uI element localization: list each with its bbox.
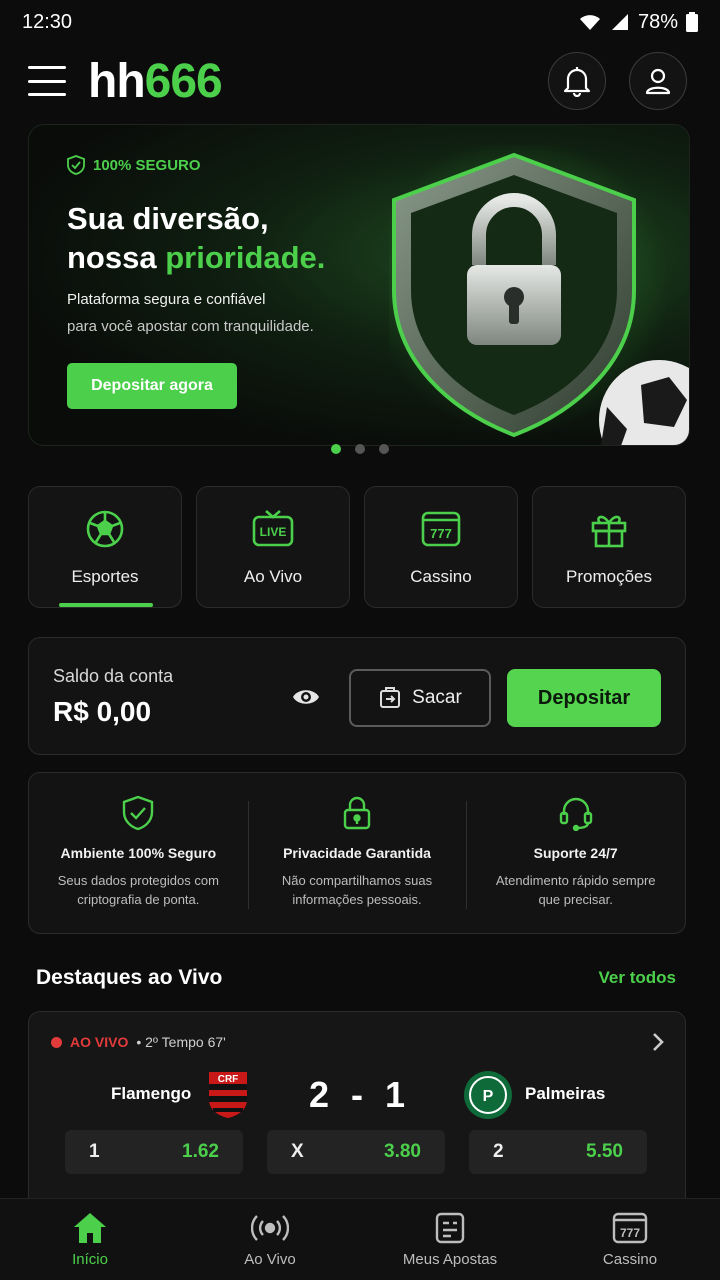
top-bar: hh666 (0, 50, 720, 114)
bell-icon (563, 67, 591, 97)
svg-text:LIVE: LIVE (260, 525, 287, 539)
match-score: 2-1 (309, 1074, 406, 1115)
svg-text:777: 777 (430, 526, 452, 541)
battery-level: 78% (637, 10, 678, 33)
feature-support: Suporte 24/7 Atendimento rápido sempre q… (466, 773, 685, 933)
wifi-icon (579, 15, 600, 30)
gift-icon (591, 515, 627, 548)
banner-dot[interactable] (355, 444, 365, 454)
chevron-right-icon[interactable] (651, 1032, 665, 1052)
trust-features: Ambiente 100% Seguro Seus dados protegid… (28, 772, 686, 934)
svg-text:777: 777 (620, 1226, 640, 1240)
nav-live[interactable]: Ao Vivo (180, 1199, 360, 1280)
home-team-name: Flamengo (111, 1084, 192, 1103)
headset-icon (559, 797, 592, 831)
broadcast-icon (251, 1215, 289, 1241)
see-all-link[interactable]: Ver todos (599, 968, 676, 988)
account-balance-card: Saldo da conta R$ 0,00 Sacar Depositar (28, 637, 686, 755)
odds-row: 1 1.62 X 3.80 2 5.50 (65, 1130, 647, 1174)
feature-secure: Ambiente 100% Seguro Seus dados protegid… (29, 773, 248, 933)
category-tabs: Esportes LIVE Ao Vivo 777 Cassino Promoç… (28, 486, 686, 608)
profile-button[interactable] (629, 52, 687, 110)
status-icons: 78% (578, 11, 698, 34)
live-dot-icon (51, 1036, 62, 1048)
banner-dot[interactable] (379, 444, 389, 454)
shield-check-icon (67, 155, 85, 175)
user-icon (645, 68, 671, 95)
odd-home-button[interactable]: 1 1.62 (65, 1130, 243, 1174)
wallet-icon (380, 687, 401, 708)
banner-subtitle-1: Plataforma segura e confiável (67, 291, 266, 308)
signal-icon (611, 14, 628, 30)
battery-icon (686, 12, 698, 32)
section-title: Destaques ao Vivo (36, 966, 223, 989)
deposit-now-button[interactable]: Depositar agora (67, 363, 237, 409)
nav-home[interactable]: Início (0, 1199, 180, 1280)
balance-label: Saldo da conta (53, 666, 174, 686)
banner-dot[interactable] (331, 444, 341, 454)
away-team-name: Palmeiras (525, 1084, 606, 1103)
notifications-button[interactable] (548, 52, 606, 110)
withdraw-button[interactable]: Sacar (349, 669, 491, 727)
status-bar: 12:30 78% (0, 0, 720, 44)
live-highlights-header: Destaques ao Vivo Ver todos (36, 966, 676, 990)
status-time: 12:30 (22, 10, 73, 33)
security-badge: 100% SEGURO (67, 155, 201, 175)
palmeiras-crest-icon: P (464, 1071, 512, 1119)
shield-check-icon (123, 795, 154, 831)
category-live[interactable]: LIVE Ao Vivo (196, 486, 350, 608)
svg-text:CRF: CRF (218, 1074, 239, 1085)
nav-casino[interactable]: 777 Cassino (540, 1199, 720, 1280)
brand-logo[interactable]: hh666 (88, 54, 223, 109)
nav-my-bets[interactable]: Meus Apostas (360, 1199, 540, 1280)
category-promotions[interactable]: Promoções (532, 486, 686, 608)
flamengo-crest-icon: CRF (209, 1072, 247, 1118)
bottom-navigation: Início Ao Vivo Meus Apostas 777 Cassino (0, 1198, 720, 1280)
banner-title: Sua diversão, nossa prioridade. (67, 201, 326, 275)
banner-pagination (0, 444, 720, 454)
live-tv-icon: LIVE (252, 510, 294, 547)
balance-value: R$ 0,00 (53, 696, 152, 727)
odd-away-button[interactable]: 2 5.50 (469, 1130, 647, 1174)
home-icon (74, 1213, 106, 1243)
category-casino[interactable]: 777 Cassino (364, 486, 518, 608)
active-tab-indicator (59, 603, 153, 607)
menu-icon[interactable] (28, 66, 66, 96)
soccer-ball-icon (86, 510, 124, 548)
deposit-button[interactable]: Depositar (507, 669, 661, 727)
slot-machine-icon: 777 (421, 511, 461, 547)
live-match-card[interactable]: AO VIVO • 2º Tempo 67' Flamengo CRF 2-1 … (28, 1011, 686, 1211)
promo-banner[interactable]: 100% SEGURO Sua diversão, nossa priorida… (28, 124, 690, 446)
feature-privacy: Privacidade Garantida Não compartilhamos… (247, 773, 467, 933)
lock-icon (343, 796, 371, 830)
slot-machine-icon: 777 (612, 1212, 648, 1244)
bet-slip-icon (435, 1212, 465, 1244)
category-sports[interactable]: Esportes (28, 486, 182, 608)
svg-text:P: P (483, 1088, 494, 1105)
live-status: AO VIVO • 2º Tempo 67' (51, 1034, 226, 1050)
shield-lock-illustration (389, 145, 689, 445)
banner-subtitle-2: para você apostar com tranquilidade. (67, 318, 314, 335)
eye-icon[interactable] (291, 686, 321, 708)
odd-draw-button[interactable]: X 3.80 (267, 1130, 445, 1174)
